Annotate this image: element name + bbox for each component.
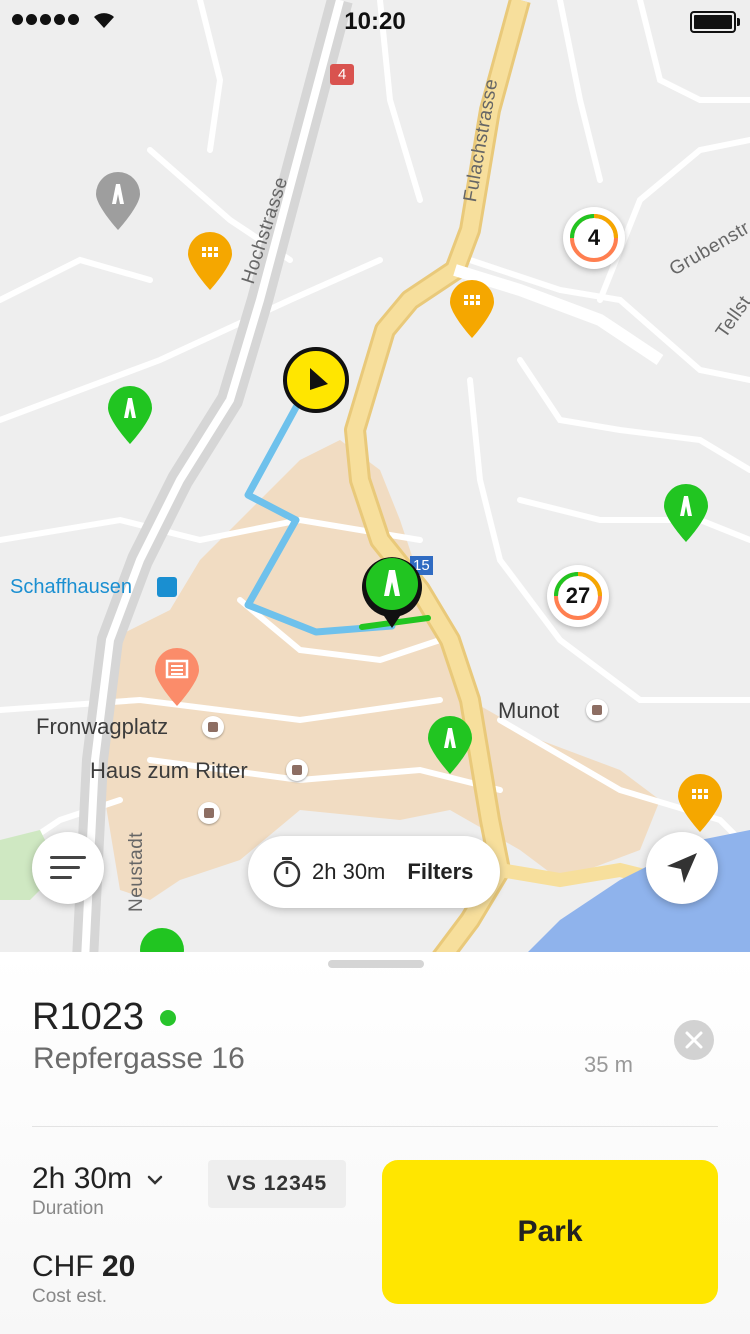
duration-value: 2h 30m <box>32 1162 133 1195</box>
landmark-icon <box>202 716 224 738</box>
parking-pin-icon[interactable] <box>426 716 474 776</box>
divider <box>32 1126 718 1127</box>
map-view[interactable]: Hochstrasse Fulachstrasse Grubenstr Tell… <box>0 0 750 960</box>
duration-selector[interactable]: 2h 30m <box>32 1162 164 1196</box>
sheet-drag-handle[interactable] <box>328 960 424 968</box>
license-plate-button[interactable]: VS 12345 <box>208 1160 346 1208</box>
museum-pin-icon[interactable] <box>153 648 201 708</box>
zone-address: Repfergasse 16 <box>33 1042 245 1075</box>
street-label-neustadt: Neustadt <box>126 831 147 912</box>
garage-pin-icon[interactable] <box>186 232 234 292</box>
garage-pin-icon[interactable] <box>448 280 496 340</box>
selected-parking-pin-icon[interactable] <box>360 552 424 632</box>
battery-icon <box>690 11 740 33</box>
road-number-badge: 4 <box>330 64 355 85</box>
cost-amount: 20 <box>102 1250 136 1283</box>
landmark-icon <box>286 759 308 781</box>
map-base <box>0 0 750 960</box>
cost-currency: CHF <box>32 1250 102 1283</box>
cluster-marker[interactable]: 27 <box>547 565 609 627</box>
parking-pin-icon[interactable] <box>662 484 710 544</box>
chevron-down-icon <box>148 1175 163 1185</box>
park-button[interactable]: Park <box>382 1160 718 1304</box>
user-location-icon[interactable] <box>282 346 350 414</box>
castle-icon <box>586 699 608 721</box>
status-time: 10:20 <box>344 8 406 35</box>
parking-pin-gray-icon[interactable] <box>94 172 142 232</box>
zone-distance: 35 m <box>584 1052 633 1077</box>
cost-estimate: CHF 20 <box>32 1250 135 1284</box>
status-bar: 10:20 <box>0 0 750 40</box>
parking-detail-sheet[interactable]: R1023 Repfergasse 16 35 m 2h 30m Duratio… <box>0 952 750 1334</box>
cluster-count: 4 <box>587 225 601 250</box>
place-label-schaffhausen: Schaffhausen <box>10 576 132 598</box>
garage-pin-icon[interactable] <box>676 774 724 834</box>
availability-dot-icon <box>160 1010 176 1026</box>
duration-label: Duration <box>32 1198 104 1219</box>
cluster-marker[interactable]: 4 <box>563 207 625 269</box>
close-icon <box>685 1031 703 1049</box>
filter-pill-button[interactable]: 2h 30m Filters <box>248 836 500 908</box>
close-button[interactable] <box>674 1020 714 1060</box>
filters-label: Filters <box>407 859 474 884</box>
locate-me-button[interactable] <box>646 832 718 904</box>
cluster-count: 27 <box>565 583 591 608</box>
timer-icon <box>273 857 301 888</box>
menu-button[interactable] <box>32 832 104 904</box>
zone-id: R1023 <box>32 996 144 1038</box>
place-label-fronwagplatz: Fronwagplatz <box>36 714 169 739</box>
train-station-icon <box>157 577 177 597</box>
parking-pin-icon[interactable] <box>106 386 154 446</box>
theater-icon <box>198 802 220 824</box>
cost-label: Cost est. <box>32 1286 107 1307</box>
navigation-arrow-icon <box>667 853 697 883</box>
filter-duration: 2h 30m <box>312 859 386 884</box>
place-label-haus-zum-ritter: Haus zum Ritter <box>90 758 248 783</box>
menu-icon <box>50 856 86 879</box>
place-label-munot: Munot <box>498 698 560 723</box>
